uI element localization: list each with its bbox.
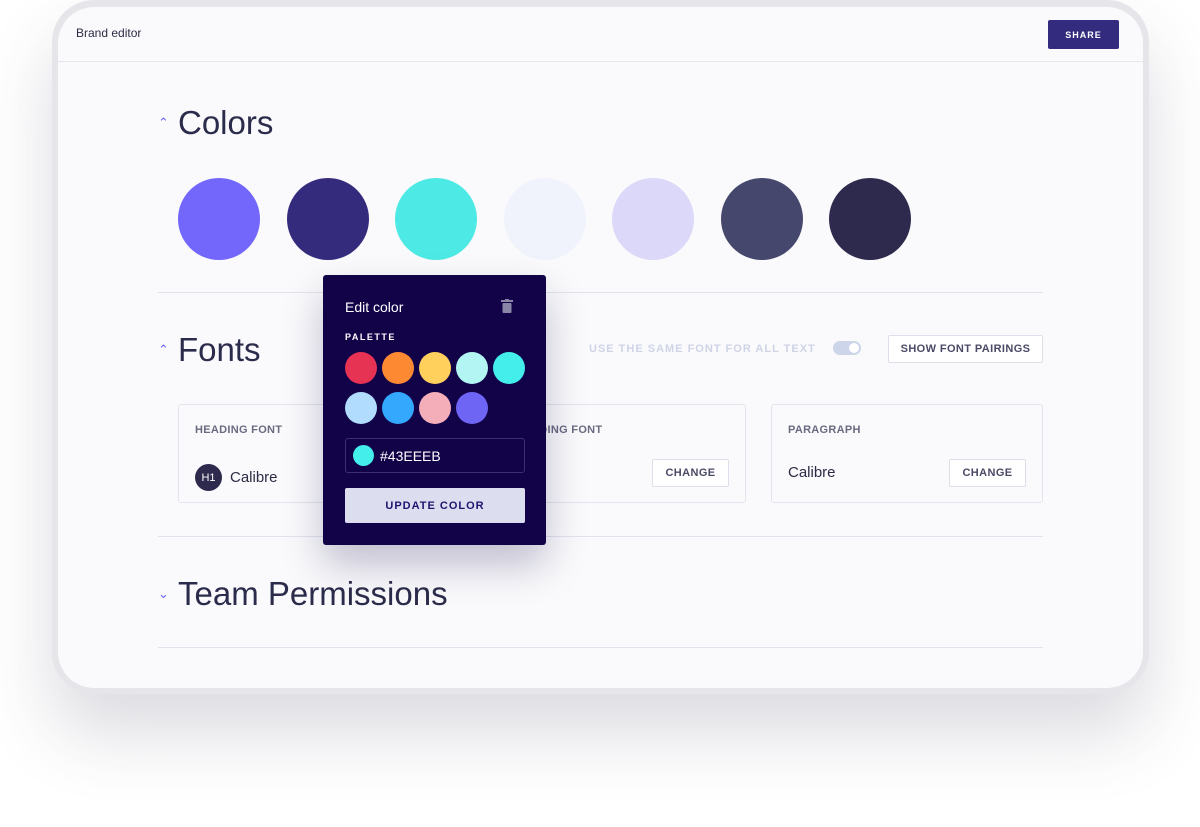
color-preview xyxy=(353,445,374,466)
card-font: H1 Calibre xyxy=(195,464,278,491)
h1-badge-icon: H1 xyxy=(195,464,222,491)
brand-color-swatch[interactable] xyxy=(612,178,694,260)
palette-color[interactable] xyxy=(345,392,377,424)
palette-color[interactable] xyxy=(493,352,525,384)
device-frame: Brand editor SHARE ⌃ Colors ⌃ Fonts USE … xyxy=(52,0,1149,694)
brand-color-swatch[interactable] xyxy=(829,178,911,260)
brand-color-swatch[interactable] xyxy=(395,178,477,260)
palette-color[interactable] xyxy=(456,352,488,384)
section-title: Colors xyxy=(178,104,274,141)
palette-color[interactable] xyxy=(456,392,488,424)
share-button[interactable]: SHARE xyxy=(1048,20,1119,49)
edit-color-popover: Edit color PALETTE #43EEEB UPDATE COLOR xyxy=(323,275,546,545)
chevron-down-icon: ⌄ xyxy=(158,586,169,601)
fonts-section-header[interactable]: ⌃ Fonts xyxy=(158,331,261,369)
brand-color-swatch[interactable] xyxy=(503,178,586,260)
popover-title: Edit color xyxy=(345,299,404,315)
show-font-pairings-button[interactable]: SHOW FONT PAIRINGS xyxy=(888,335,1043,363)
update-color-button[interactable]: UPDATE COLOR xyxy=(345,488,525,523)
font-name: Calibre xyxy=(788,464,836,481)
font-name: Calibre xyxy=(230,469,278,486)
palette-color[interactable] xyxy=(419,392,451,424)
hex-value: #43EEEB xyxy=(380,447,441,464)
same-font-label: USE THE SAME FONT FOR ALL TEXT xyxy=(589,343,816,355)
brand-color-swatch[interactable] xyxy=(178,178,260,260)
chevron-up-icon: ⌃ xyxy=(158,342,169,357)
divider xyxy=(158,647,1043,648)
brand-color-swatch[interactable] xyxy=(720,178,803,260)
palette-color[interactable] xyxy=(419,352,451,384)
section-title: Team Permissions xyxy=(178,575,448,612)
same-font-toggle[interactable] xyxy=(833,341,861,355)
section-title: Fonts xyxy=(178,331,261,368)
divider xyxy=(158,536,1043,537)
palette-color[interactable] xyxy=(382,352,414,384)
hex-input[interactable]: #43EEEB xyxy=(345,438,525,473)
palette-color[interactable] xyxy=(345,352,377,384)
card-label: HEADING FONT xyxy=(195,424,283,436)
palette-label: PALETTE xyxy=(345,332,396,342)
divider xyxy=(158,292,1043,293)
brand-color-swatch[interactable] xyxy=(286,178,369,260)
top-bar: Brand editor SHARE xyxy=(58,7,1143,62)
palette-color[interactable] xyxy=(382,392,414,424)
change-button[interactable]: CHANGE xyxy=(652,459,729,487)
trash-icon[interactable] xyxy=(501,299,513,313)
card-font: Calibre xyxy=(788,464,836,481)
colors-section-header[interactable]: ⌃ Colors xyxy=(158,104,273,142)
app-title: Brand editor xyxy=(76,26,142,40)
paragraph-font-card: PARAGRAPH Calibre CHANGE xyxy=(771,404,1043,503)
app-screen: Brand editor SHARE ⌃ Colors ⌃ Fonts USE … xyxy=(58,7,1143,688)
team-section-header[interactable]: ⌄ Team Permissions xyxy=(158,575,448,613)
chevron-up-icon: ⌃ xyxy=(158,115,169,130)
card-label: PARAGRAPH xyxy=(788,424,861,436)
change-button[interactable]: CHANGE xyxy=(949,459,1026,487)
